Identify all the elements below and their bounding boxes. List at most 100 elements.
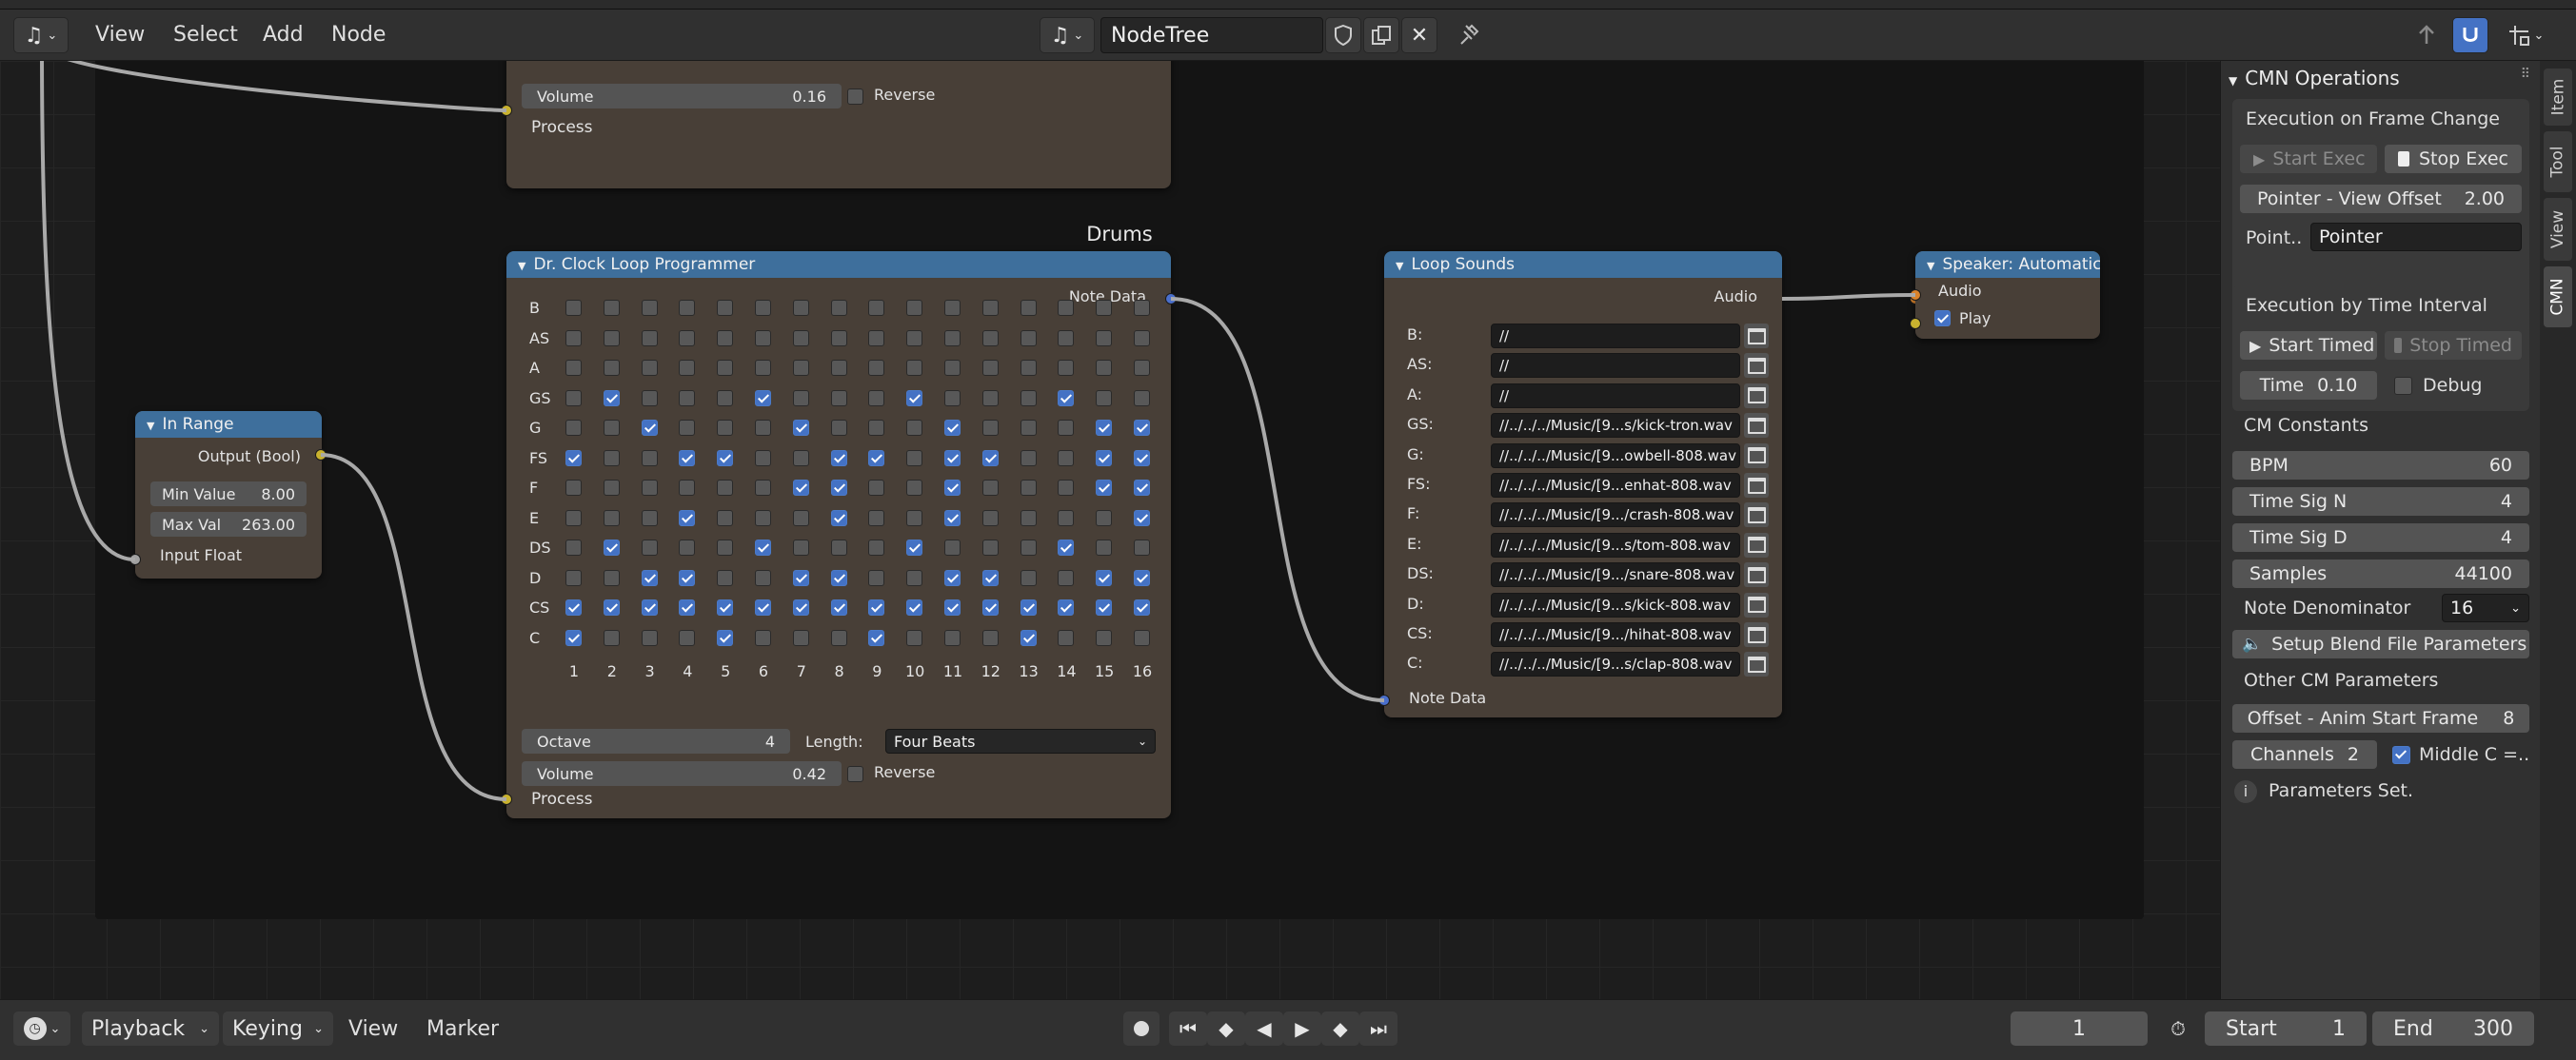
- middle-c-checkbox[interactable]: [2392, 746, 2410, 764]
- note-step-checkbox[interactable]: [565, 360, 582, 376]
- note-step-checkbox[interactable]: [1020, 509, 1037, 526]
- jump-start-icon[interactable]: ⏮: [1169, 1011, 1207, 1046]
- note-step-checkbox[interactable]: [1134, 509, 1150, 526]
- note-denominator-select[interactable]: 16 ⌄: [2442, 594, 2529, 622]
- note-step-checkbox[interactable]: [792, 540, 809, 556]
- snap-toggle-icon[interactable]: [2452, 17, 2488, 53]
- stopwatch-icon[interactable]: ⏱: [2157, 1011, 2199, 1046]
- note-step-checkbox[interactable]: [1134, 420, 1150, 436]
- note-step-checkbox[interactable]: [792, 420, 809, 436]
- note-step-checkbox[interactable]: [717, 420, 734, 436]
- note-step-checkbox[interactable]: [717, 300, 734, 316]
- time-sig-n-field[interactable]: Time Sig N 4: [2232, 487, 2529, 516]
- menu-select[interactable]: Select: [166, 19, 246, 50]
- folder-icon[interactable]: [1744, 622, 1769, 647]
- note-step-checkbox[interactable]: [830, 300, 847, 316]
- length-select[interactable]: Four Beats ⌄: [885, 729, 1156, 754]
- note-step-checkbox[interactable]: [981, 509, 999, 526]
- pointer-field[interactable]: Pointer: [2310, 223, 2522, 251]
- volume-field[interactable]: Volume 0.42: [522, 761, 842, 786]
- note-step-checkbox[interactable]: [830, 360, 847, 376]
- note-step-checkbox[interactable]: [603, 389, 620, 406]
- sound-path-field[interactable]: //../../../Music/[9...s/tom-808.wav: [1491, 532, 1740, 558]
- note-step-checkbox[interactable]: [565, 300, 582, 316]
- note-step-checkbox[interactable]: [1096, 360, 1113, 376]
- next-keyframe-icon[interactable]: ◆: [1321, 1011, 1359, 1046]
- keying-menu[interactable]: Keying ⌄: [223, 1011, 333, 1046]
- tab-cmn[interactable]: CMN: [2544, 266, 2572, 327]
- note-step-checkbox[interactable]: [792, 449, 809, 466]
- note-step-checkbox[interactable]: [717, 509, 734, 526]
- note-step-checkbox[interactable]: [1020, 540, 1037, 556]
- sound-path-field[interactable]: //../../../Music/[9...s/clap-808.wav: [1491, 652, 1740, 677]
- note-step-checkbox[interactable]: [868, 300, 885, 316]
- note-step-checkbox[interactable]: [1058, 629, 1075, 646]
- node-header[interactable]: ▼ In Range: [135, 411, 322, 438]
- note-step-checkbox[interactable]: [1020, 360, 1037, 376]
- folder-icon[interactable]: [1744, 324, 1769, 348]
- debug-checkbox[interactable]: [2394, 377, 2412, 395]
- sound-path-field[interactable]: //: [1491, 324, 1740, 348]
- sound-path-field[interactable]: //../../../Music/[9.../hihat-808.wav: [1491, 622, 1740, 647]
- collapse-triangle-icon[interactable]: ▼: [147, 420, 154, 432]
- note-step-checkbox[interactable]: [641, 540, 658, 556]
- note-step-checkbox[interactable]: [717, 480, 734, 496]
- note-step-checkbox[interactable]: [1020, 569, 1037, 586]
- note-step-checkbox[interactable]: [868, 599, 885, 616]
- note-step-checkbox[interactable]: [679, 329, 696, 346]
- note-step-checkbox[interactable]: [1134, 449, 1150, 466]
- note-step-checkbox[interactable]: [1096, 389, 1113, 406]
- record-button[interactable]: [1123, 1011, 1159, 1046]
- note-step-checkbox[interactable]: [1134, 329, 1150, 346]
- note-step-checkbox[interactable]: [906, 449, 923, 466]
- note-step-checkbox[interactable]: [1020, 629, 1037, 646]
- note-step-checkbox[interactable]: [1020, 449, 1037, 466]
- note-step-checkbox[interactable]: [792, 329, 809, 346]
- note-step-checkbox[interactable]: [603, 599, 620, 616]
- sound-path-field[interactable]: //: [1491, 383, 1740, 408]
- note-step-checkbox[interactable]: [906, 509, 923, 526]
- collapse-triangle-icon[interactable]: ▼: [2229, 74, 2237, 88]
- note-step-checkbox[interactable]: [1134, 480, 1150, 496]
- note-step-checkbox[interactable]: [1134, 389, 1150, 406]
- note-step-checkbox[interactable]: [792, 300, 809, 316]
- note-step-checkbox[interactable]: [565, 509, 582, 526]
- note-step-checkbox[interactable]: [1096, 540, 1113, 556]
- note-step-checkbox[interactable]: [603, 329, 620, 346]
- sound-path-field[interactable]: //../../../Music/[9.../crash-808.wav: [1491, 502, 1740, 528]
- note-step-checkbox[interactable]: [1058, 449, 1075, 466]
- note-step-checkbox[interactable]: [868, 389, 885, 406]
- note-step-checkbox[interactable]: [717, 599, 734, 616]
- end-frame-field[interactable]: End 300: [2372, 1011, 2534, 1046]
- note-step-checkbox[interactable]: [830, 540, 847, 556]
- note-step-checkbox[interactable]: [755, 599, 771, 616]
- reverse-checkbox[interactable]: [847, 766, 863, 782]
- time-field[interactable]: Time 0.10: [2240, 371, 2377, 400]
- note-step-checkbox[interactable]: [755, 629, 771, 646]
- folder-icon[interactable]: [1744, 502, 1769, 528]
- note-step-checkbox[interactable]: [1058, 540, 1075, 556]
- panel-header[interactable]: ▼ CMN Operations: [2229, 67, 2400, 89]
- note-step-checkbox[interactable]: [868, 629, 885, 646]
- note-step-checkbox[interactable]: [944, 420, 961, 436]
- node-tree-name-field[interactable]: NodeTree: [1100, 17, 1323, 53]
- reverse-checkbox[interactable]: [847, 88, 863, 105]
- menu-add[interactable]: Add: [255, 19, 311, 50]
- note-step-checkbox[interactable]: [679, 360, 696, 376]
- note-step-checkbox[interactable]: [792, 569, 809, 586]
- note-step-checkbox[interactable]: [755, 360, 771, 376]
- note-step-checkbox[interactable]: [641, 509, 658, 526]
- note-step-checkbox[interactable]: [565, 540, 582, 556]
- note-step-checkbox[interactable]: [981, 360, 999, 376]
- note-step-checkbox[interactable]: [1134, 360, 1150, 376]
- process-input-socket[interactable]: [501, 105, 512, 116]
- duplicate-icon[interactable]: [1363, 17, 1399, 53]
- unlink-close-icon[interactable]: ✕: [1401, 17, 1437, 53]
- note-step-checkbox[interactable]: [1096, 449, 1113, 466]
- snap-target-icon[interactable]: ⌄: [2494, 17, 2557, 53]
- note-step-checkbox[interactable]: [981, 329, 999, 346]
- note-step-checkbox[interactable]: [755, 420, 771, 436]
- note-step-checkbox[interactable]: [1096, 480, 1113, 496]
- note-step-checkbox[interactable]: [792, 509, 809, 526]
- note-step-checkbox[interactable]: [1020, 480, 1037, 496]
